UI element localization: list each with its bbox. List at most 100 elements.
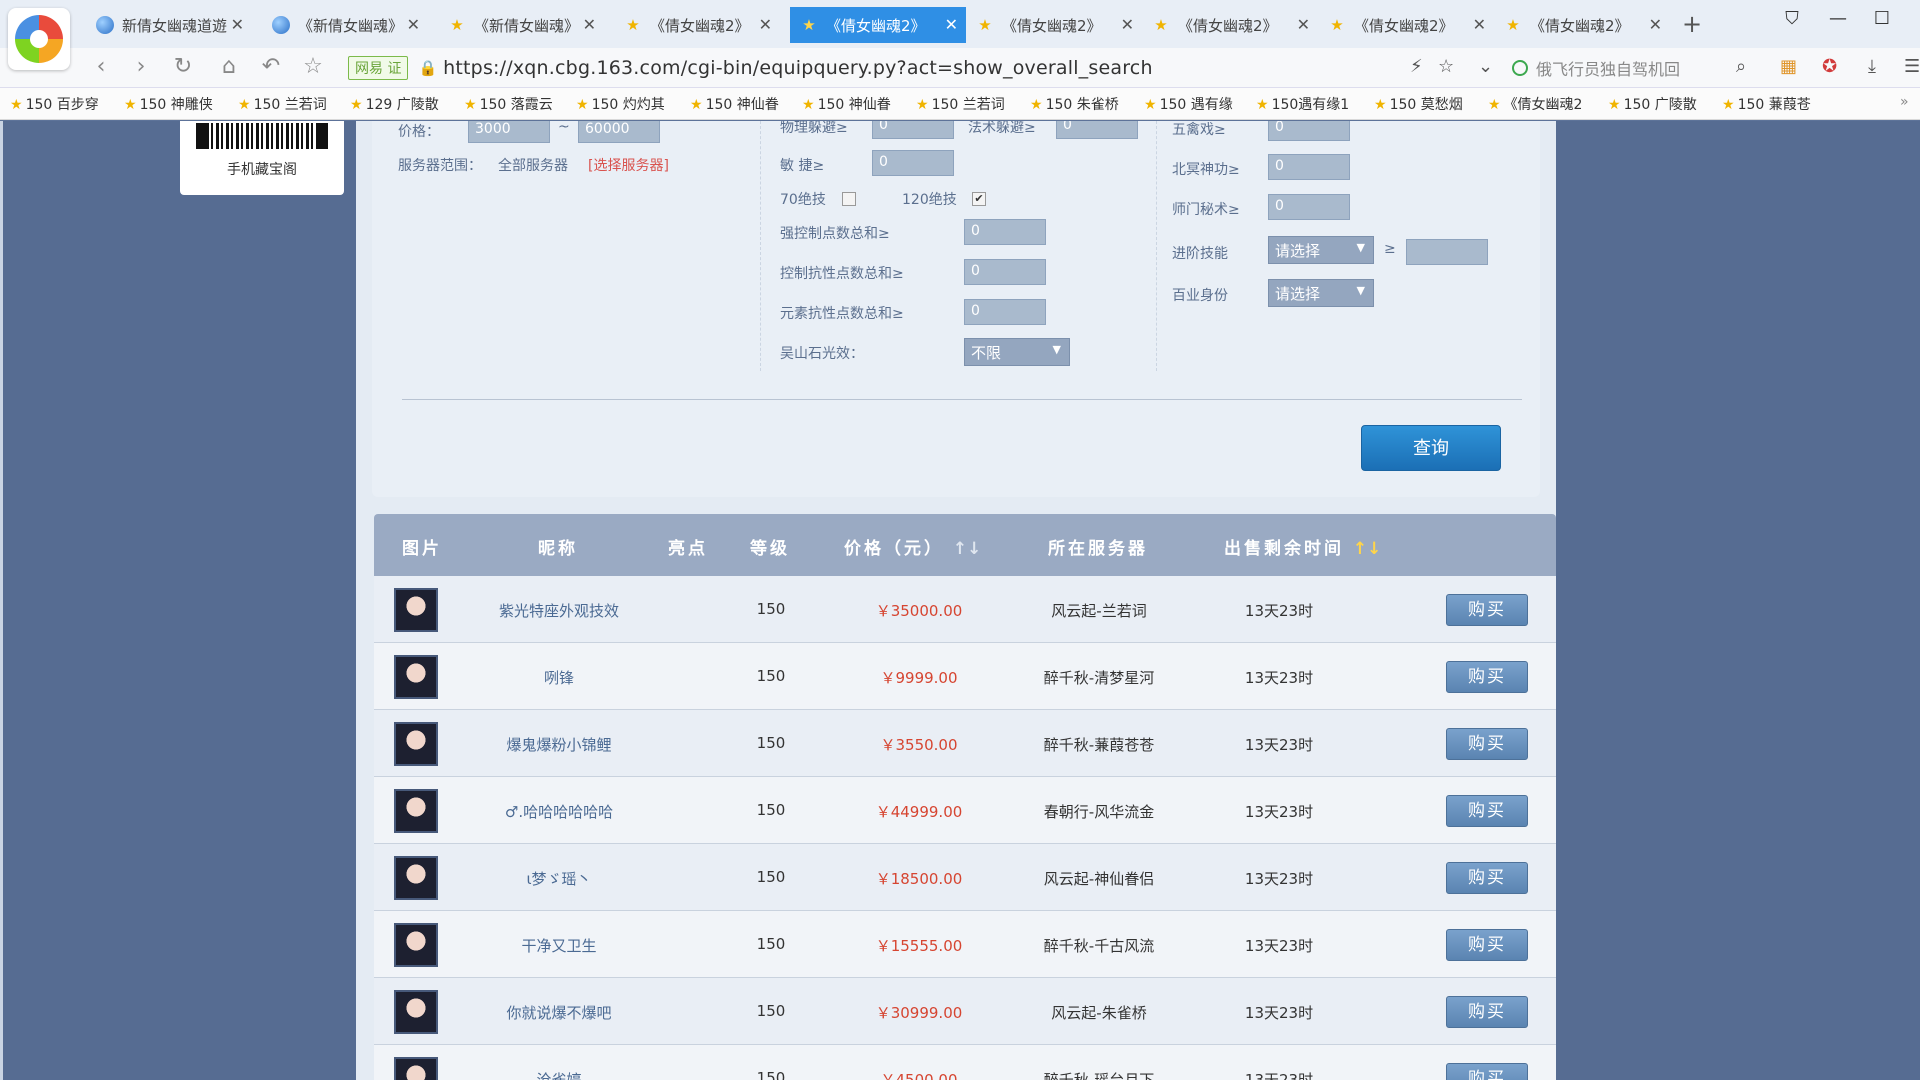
- close-icon[interactable]: ✕: [759, 15, 772, 34]
- character-avatar[interactable]: [394, 655, 438, 699]
- bookmark-item[interactable]: ★ 150 兰若词: [238, 94, 327, 114]
- magic-dodge-input[interactable]: 0: [1056, 121, 1138, 139]
- element-resist-input[interactable]: 0: [964, 299, 1046, 325]
- browser-tab[interactable]: ★ 《新倩女幽魂》 ✕: [438, 7, 604, 43]
- buy-button[interactable]: 购买: [1446, 795, 1528, 827]
- character-avatar[interactable]: [394, 990, 438, 1034]
- bookmark-item[interactable]: ★ 150 神雕侠: [124, 94, 213, 114]
- search-input[interactable]: 俄飞行员独自驾机回: [1512, 53, 1762, 83]
- sort-arrows-icon[interactable]: ↑↓: [953, 539, 982, 559]
- url-field[interactable]: 网易 证 🔒 https://xqn.cbg.163.com/cgi-bin/e…: [348, 53, 1478, 83]
- bookmark-item[interactable]: ★ 150 莫愁烟: [1374, 94, 1463, 114]
- browser-tab[interactable]: ★ 《倩女幽魂2》 ✕: [1494, 7, 1670, 43]
- bookmark-star-icon[interactable]: ☆: [1438, 56, 1454, 77]
- close-icon[interactable]: ✕: [1649, 15, 1662, 34]
- browser-tab[interactable]: 《新倩女幽魂》 ✕: [262, 7, 428, 43]
- bookmark-item[interactable]: ★ 150 落霞云: [464, 94, 553, 114]
- character-avatar[interactable]: [394, 722, 438, 766]
- browser-tab[interactable]: 新倩女幽魂道遊 ✕: [86, 7, 252, 43]
- close-icon[interactable]: ✕: [945, 15, 958, 34]
- bookmark-item[interactable]: ★ 150 神仙眷: [690, 94, 779, 114]
- url-text[interactable]: https://xqn.cbg.163.com/cgi-bin/equipque…: [443, 57, 1153, 79]
- bookmark-item[interactable]: ★ 129 广陵散: [350, 94, 439, 114]
- minimize-icon[interactable]: —: [1818, 8, 1858, 29]
- chevron-down-icon[interactable]: ⌄: [1478, 56, 1493, 77]
- control-sum-input[interactable]: 0: [964, 219, 1046, 245]
- select-server-link[interactable]: [选择服务器]: [588, 155, 669, 175]
- home-icon[interactable]: ⌂: [214, 54, 244, 79]
- more-bookmarks-icon[interactable]: »: [1900, 94, 1909, 110]
- buy-button[interactable]: 购买: [1446, 661, 1528, 693]
- reload-icon[interactable]: ↻: [168, 54, 198, 79]
- buy-button[interactable]: 购买: [1446, 996, 1528, 1028]
- skill120-checkbox[interactable]: ✔: [972, 192, 986, 206]
- character-name[interactable]: ♂.哈哈哈哈哈哈: [454, 801, 664, 822]
- browser-tab[interactable]: ★ 《倩女幽魂2》 ✕: [1142, 7, 1318, 43]
- advanced-skill-select[interactable]: 请选择 ▼: [1268, 236, 1374, 264]
- bookmark-item[interactable]: ★ 150 百步穿: [10, 94, 99, 114]
- physical-dodge-input[interactable]: 0: [872, 121, 954, 139]
- character-avatar[interactable]: [394, 856, 438, 900]
- character-name[interactable]: 紫光特座外观技效: [454, 600, 664, 621]
- character-name[interactable]: 干净又卫生: [454, 935, 664, 956]
- buy-button[interactable]: 购买: [1446, 594, 1528, 626]
- browser-tab[interactable]: ★ 《倩女幽魂2》 ✕: [1318, 7, 1494, 43]
- header-price[interactable]: 价格（元） ↑↓: [844, 534, 981, 559]
- browser-logo[interactable]: [8, 8, 70, 70]
- undo-icon[interactable]: ↶: [256, 54, 286, 79]
- favorite-star-icon[interactable]: ☆: [298, 54, 328, 79]
- character-name[interactable]: ι梦ゞ瑶丶: [454, 868, 664, 889]
- flash-icon[interactable]: ⚡: [1410, 56, 1423, 77]
- bookmark-item[interactable]: ★ 150 神仙眷: [802, 94, 891, 114]
- bookmark-item[interactable]: ★ 150 蒹葭苍: [1722, 94, 1811, 114]
- buy-button[interactable]: 购买: [1446, 1063, 1528, 1080]
- download-icon[interactable]: ⤓: [1868, 56, 1876, 77]
- character-name[interactable]: 你就说爆不爆吧: [454, 1002, 664, 1023]
- character-avatar[interactable]: [394, 789, 438, 833]
- bookmark-item[interactable]: ★ 150 兰若词: [916, 94, 1005, 114]
- bookmark-item[interactable]: ★ 150 遇有缘: [1144, 94, 1233, 114]
- advanced-skill-input[interactable]: [1406, 239, 1488, 265]
- character-name[interactable]: 沧雀婷: [454, 1069, 664, 1080]
- shimen-input[interactable]: 0: [1268, 194, 1350, 220]
- apps-grid-icon[interactable]: ▦: [1780, 56, 1797, 77]
- new-tab-button[interactable]: +: [1682, 10, 1702, 38]
- bookmark-item[interactable]: ★ 150 广陵散: [1608, 94, 1697, 114]
- beiming-input[interactable]: 0: [1268, 154, 1350, 180]
- close-icon[interactable]: ✕: [407, 15, 420, 34]
- search-icon[interactable]: ⌕: [1736, 56, 1746, 77]
- close-icon[interactable]: ✕: [1473, 15, 1486, 34]
- skin-icon[interactable]: ⛉: [1772, 8, 1812, 29]
- browser-tab-active[interactable]: ★ 《倩女幽魂2》 ✕: [790, 7, 966, 43]
- close-icon[interactable]: ✕: [583, 15, 596, 34]
- bookmark-item[interactable]: ★ 《倩女幽魂2: [1488, 94, 1582, 114]
- back-icon[interactable]: ‹: [86, 54, 116, 79]
- character-avatar[interactable]: [394, 923, 438, 967]
- buy-button[interactable]: 购买: [1446, 929, 1528, 961]
- character-avatar[interactable]: [394, 1057, 438, 1080]
- menu-icon[interactable]: ☰: [1904, 56, 1920, 77]
- buy-button[interactable]: 购买: [1446, 862, 1528, 894]
- browser-tab[interactable]: ★ 《倩女幽魂2》 ✕: [614, 7, 780, 43]
- maximize-icon[interactable]: ☐: [1862, 8, 1902, 29]
- control-resist-input[interactable]: 0: [964, 259, 1046, 285]
- price-min-input[interactable]: 3000: [468, 121, 550, 143]
- browser-tab[interactable]: ★ 《倩女幽魂2》 ✕: [966, 7, 1142, 43]
- forward-icon[interactable]: ›: [126, 54, 156, 79]
- buy-button[interactable]: 购买: [1446, 728, 1528, 760]
- close-icon[interactable]: ✕: [1297, 15, 1310, 34]
- query-button[interactable]: 查询: [1361, 425, 1501, 471]
- gamepad-icon[interactable]: ✪: [1822, 56, 1837, 77]
- character-name[interactable]: 爆鬼爆粉小锦鲤: [454, 734, 664, 755]
- close-icon[interactable]: ✕: [231, 15, 244, 34]
- sort-arrows-icon[interactable]: ↑↓: [1353, 539, 1382, 559]
- agility-input[interactable]: 0: [872, 150, 954, 176]
- bookmark-item[interactable]: ★ 150 灼灼其: [576, 94, 665, 114]
- baiye-select[interactable]: 请选择 ▼: [1268, 279, 1374, 307]
- wushan-stone-select[interactable]: 不限 ▼: [964, 338, 1070, 366]
- skill70-checkbox[interactable]: [842, 192, 856, 206]
- header-time[interactable]: 出售剩余时间 ↑↓: [1224, 534, 1381, 559]
- wuqinxi-input[interactable]: 0: [1268, 121, 1350, 141]
- character-name[interactable]: 咧锋: [454, 667, 664, 688]
- character-avatar[interactable]: [394, 588, 438, 632]
